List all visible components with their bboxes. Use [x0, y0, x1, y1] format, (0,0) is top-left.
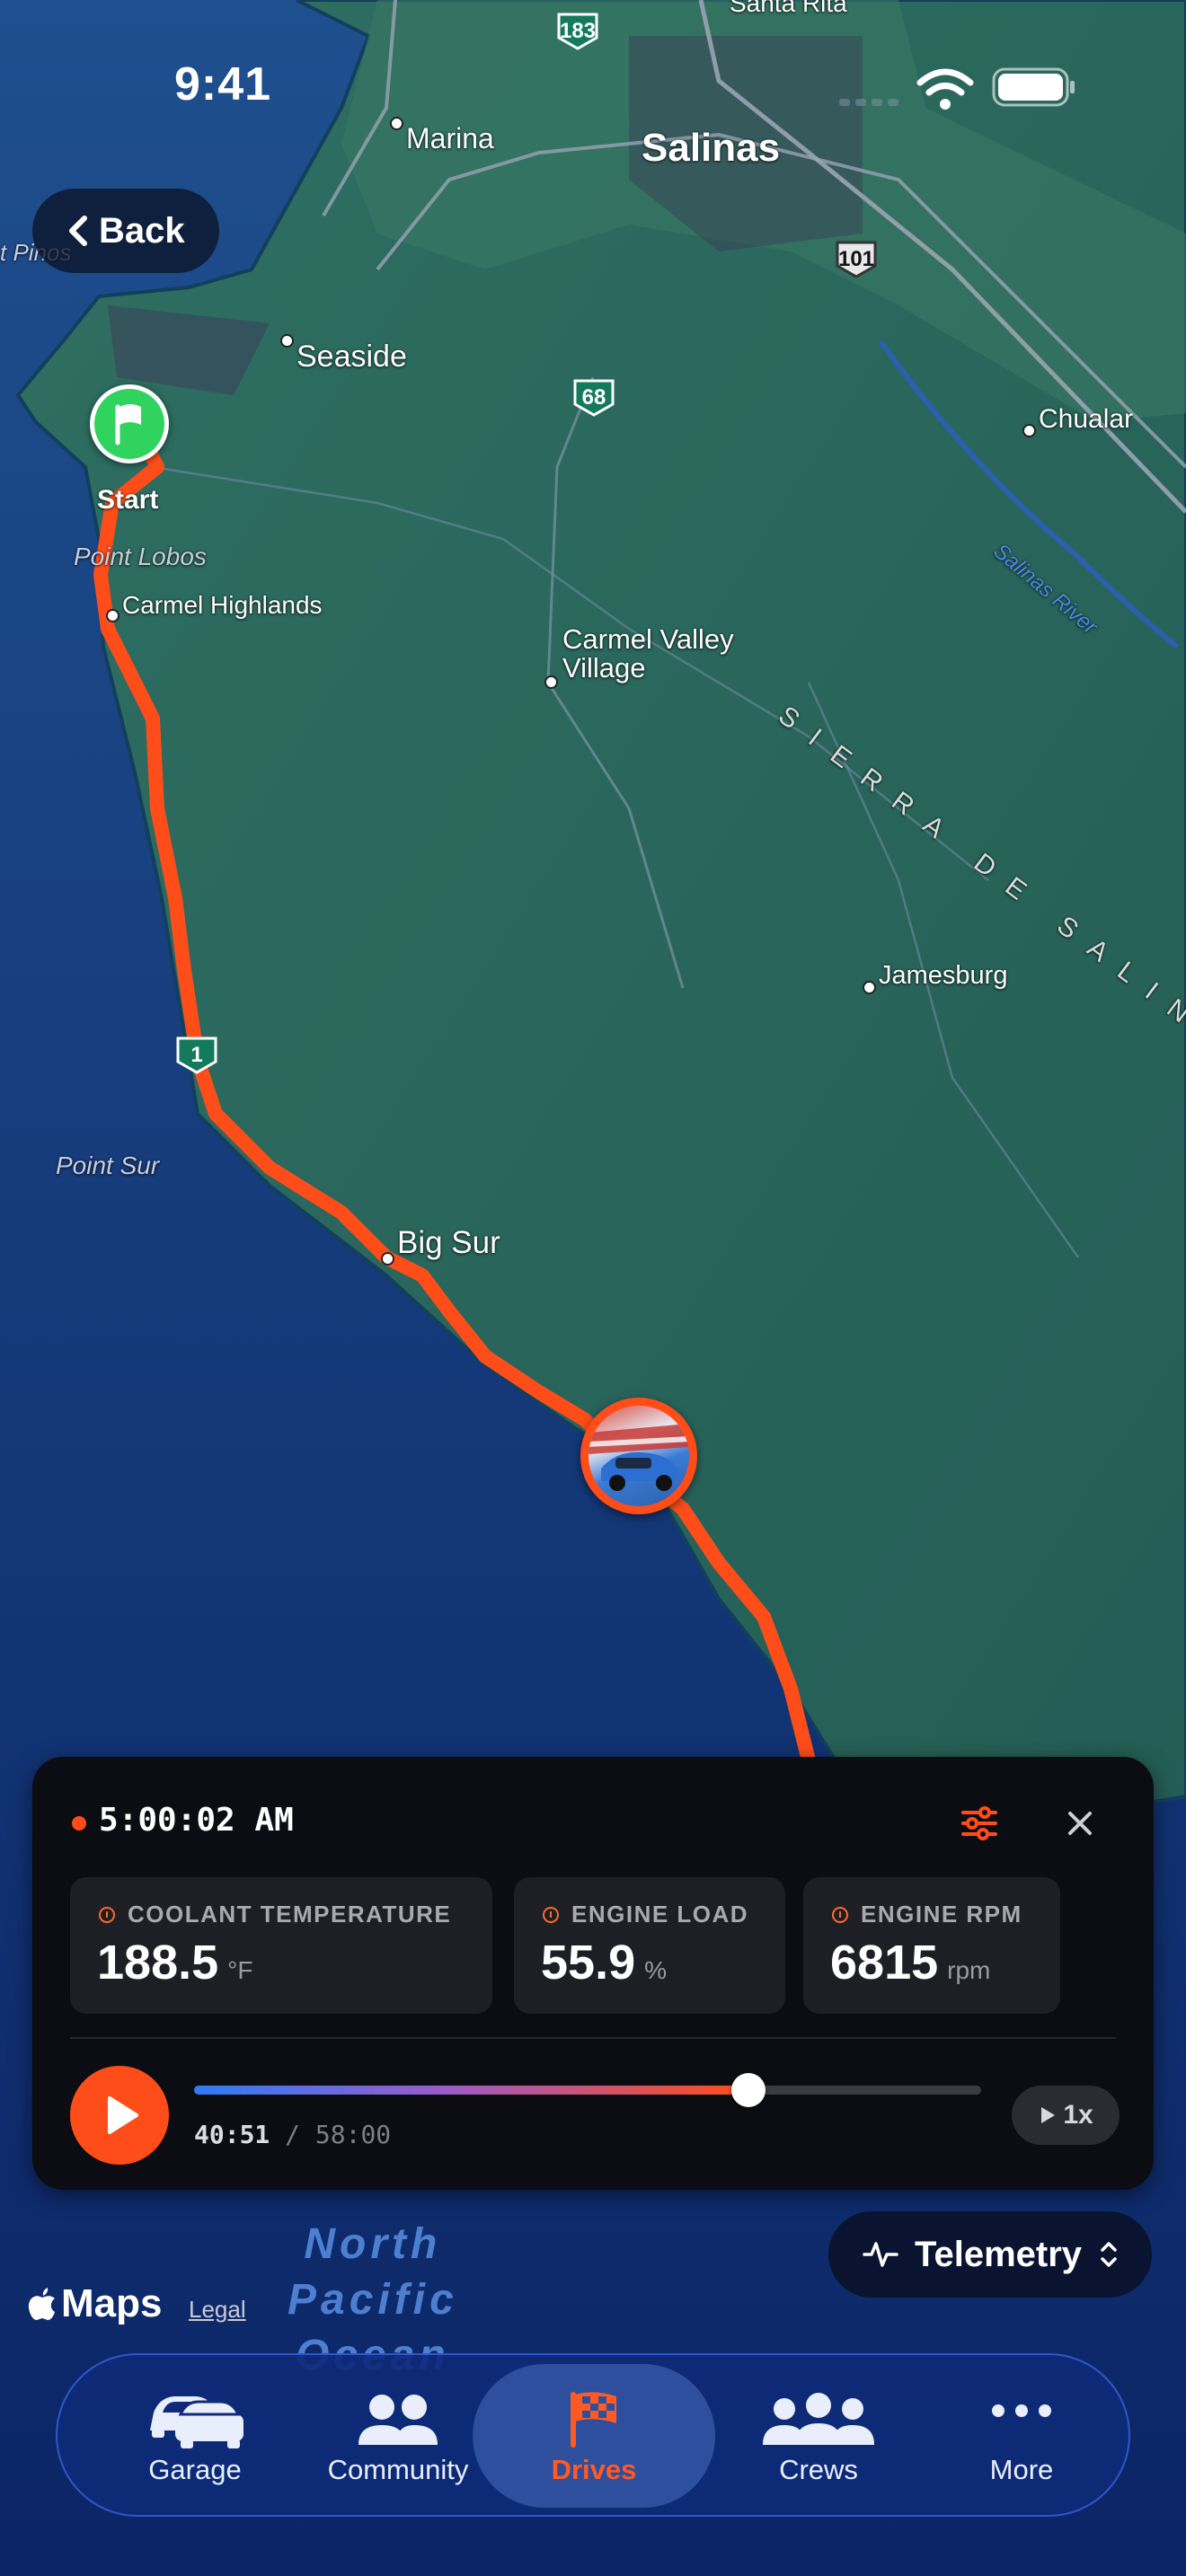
- car-position-marker[interactable]: [580, 1398, 697, 1514]
- highway-68-shield: 68: [571, 377, 616, 417]
- tab-label: Drives: [551, 2454, 637, 2485]
- apple-maps-logo: Maps: [27, 2281, 162, 2326]
- car-icon: [150, 2396, 243, 2448]
- map-dot-chualar: [1022, 424, 1036, 437]
- checkered-flag-icon: [571, 2392, 616, 2448]
- tab-label: Garage: [148, 2454, 242, 2485]
- info-icon: [832, 1906, 848, 1923]
- close-icon[interactable]: [1066, 1809, 1094, 1838]
- ellipsis-icon: [992, 2404, 1051, 2417]
- metric-label: ENGINE RPM: [861, 1901, 1022, 1928]
- playback-speed-label: 1x: [1063, 2100, 1093, 2130]
- play-icon: [108, 2096, 138, 2134]
- map-label-carmel-highlands: Carmel Highlands: [122, 591, 323, 619]
- flag-icon: [115, 404, 141, 446]
- tab-community[interactable]: Community: [296, 2355, 500, 2517]
- playback-time: 40:51 / 58:00: [194, 2120, 391, 2149]
- tab-more[interactable]: More: [920, 2355, 1123, 2517]
- metric-card-engine-rpm[interactable]: ENGINE RPM 6815 rpm: [803, 1877, 1060, 2014]
- map-label-big-sur: Big Sur: [397, 1225, 500, 1260]
- telemetry-panel: 5:00:02 AM COOLANT TEMPERATURE 188.5 °F E…: [32, 1757, 1154, 2190]
- back-button-label: Back: [99, 210, 185, 251]
- map-dot-big-sur: [381, 1252, 394, 1266]
- metric-value: 6815: [830, 1936, 939, 1989]
- map-label-point-sur: Point Sur: [56, 1151, 160, 1179]
- chevron-up-down-icon: [1101, 2242, 1117, 2267]
- telemetry-mode-label: Telemetry: [915, 2234, 1083, 2274]
- metric-unit: %: [644, 1956, 668, 1984]
- tab-label: Community: [327, 2454, 469, 2485]
- recording-dot: [72, 1816, 86, 1831]
- start-marker[interactable]: [90, 384, 169, 463]
- play-small-icon: [1041, 2107, 1056, 2123]
- map-dot-carmel-valley: [544, 675, 558, 689]
- waveform-icon: [863, 2242, 898, 2267]
- apple-logo-icon: [28, 2288, 55, 2320]
- time-separator: /: [285, 2120, 301, 2149]
- metric-unit: °F: [227, 1956, 253, 1984]
- map-label-point-lobos: Point Lobos: [74, 543, 207, 570]
- info-icon: [543, 1906, 559, 1923]
- battery-icon: [992, 67, 1075, 107]
- maps-label: Maps: [61, 2281, 163, 2325]
- panel-divider: [70, 2037, 1116, 2039]
- metric-card-engine-load[interactable]: ENGINE LOAD 55.9%: [514, 1877, 785, 2014]
- tab-garage[interactable]: Garage: [93, 2355, 296, 2517]
- map-dot-marina: [390, 117, 403, 130]
- cellular-signal-icon: [839, 99, 898, 106]
- playback-progress-fill: [194, 2086, 748, 2095]
- tab-bar: Garage Community Drives Crews More: [56, 2353, 1130, 2517]
- map-dot-seaside: [280, 334, 294, 348]
- start-label: Start: [97, 485, 159, 515]
- map-dot-carmel-highlands: [106, 609, 119, 622]
- people-icon: [358, 2395, 438, 2445]
- metric-card-coolant-temperature[interactable]: COOLANT TEMPERATURE 188.5 °F: [70, 1877, 492, 2014]
- playback-timestamp: 5:00:02 AM: [99, 1802, 294, 1839]
- back-button[interactable]: Back: [32, 189, 219, 273]
- map-label-salinas: Salinas: [642, 126, 781, 170]
- map-label-carmel-valley: Carmel Valley Village: [562, 623, 734, 684]
- chevron-left-icon: [69, 216, 87, 246]
- map-label-jamesburg: Jamesburg: [879, 961, 1008, 990]
- tab-drives[interactable]: Drives: [473, 2364, 715, 2508]
- tab-label: Crews: [779, 2454, 858, 2485]
- total-time: 58:00: [314, 2120, 392, 2149]
- metric-unit: rpm: [947, 1956, 991, 1984]
- play-button[interactable]: [70, 2066, 169, 2165]
- telemetry-mode-selector[interactable]: Telemetry: [828, 2211, 1152, 2298]
- metric-value: 55.9: [541, 1936, 636, 1989]
- map-label-marina: Marina: [406, 122, 494, 154]
- sliders-icon[interactable]: [961, 1805, 997, 1841]
- highway-1-shield: 1: [174, 1035, 219, 1074]
- status-time: 9:41: [174, 58, 272, 110]
- map-label-seaside: Seaside: [296, 340, 407, 374]
- metric-label: COOLANT TEMPERATURE: [128, 1901, 452, 1928]
- group-icon: [763, 2393, 874, 2445]
- highway-101-shield: 101: [834, 239, 879, 278]
- scrubber-handle[interactable]: [730, 2073, 766, 2107]
- tab-crews[interactable]: Crews: [717, 2355, 920, 2517]
- car-photo: [589, 1406, 689, 1506]
- highway-183-shield: 183: [555, 11, 600, 50]
- wifi-icon: [916, 68, 974, 110]
- map-dot-jamesburg: [863, 981, 876, 994]
- tab-label: More: [989, 2454, 1054, 2485]
- playback-scrubber[interactable]: [194, 2073, 981, 2107]
- info-icon: [99, 1906, 115, 1923]
- playback-speed-button[interactable]: 1x: [1012, 2086, 1120, 2145]
- metric-label: ENGINE LOAD: [571, 1901, 749, 1928]
- legal-link[interactable]: Legal: [189, 2296, 246, 2324]
- map-label-santa-rita: Santa Rita: [730, 0, 847, 17]
- current-time: 40:51: [194, 2120, 270, 2149]
- map-label-chualar: Chualar: [1039, 404, 1134, 434]
- metric-value: 188.5: [97, 1936, 219, 1989]
